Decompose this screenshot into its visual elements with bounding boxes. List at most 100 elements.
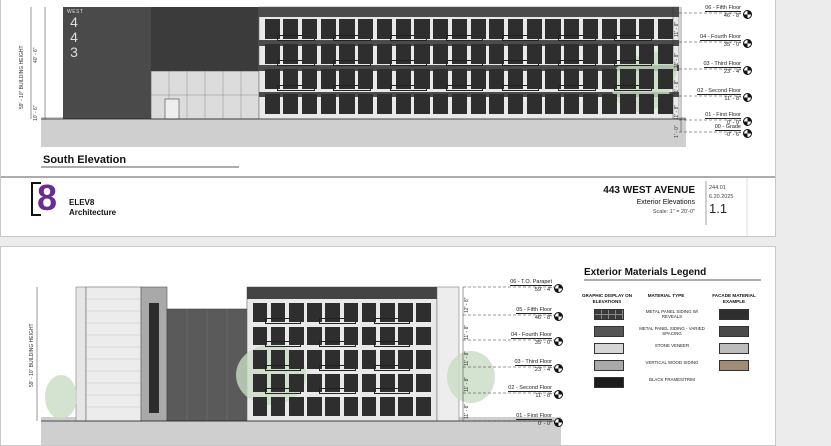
window — [301, 44, 318, 64]
window — [343, 326, 359, 346]
level-name: 01 - First Floor — [705, 112, 741, 119]
level-marker-icon — [743, 117, 752, 126]
window — [398, 350, 413, 369]
window — [283, 94, 299, 114]
legend-col-material: MATERIAL TYPE — [647, 293, 685, 298]
level-name: 04 - Fourth Floor — [511, 332, 552, 339]
legend-example-swatch — [719, 343, 749, 354]
window — [639, 44, 655, 64]
level-name: 04 - Fourth Floor — [700, 34, 741, 41]
window — [526, 69, 542, 89]
level-name: 01 - First Floor — [516, 413, 552, 420]
window — [252, 397, 268, 416]
window — [339, 94, 355, 114]
window — [526, 94, 542, 114]
window — [301, 69, 318, 89]
window — [639, 19, 655, 39]
legend-col-example: FACADE MATERIAL EXAMPLE — [712, 293, 756, 304]
legend-example-swatch — [719, 360, 749, 371]
overall-height-dim: 59' - 10" BUILDING HEIGHT — [19, 45, 25, 109]
job-number: 244.01 — [709, 185, 726, 191]
window — [358, 44, 374, 64]
window — [264, 94, 280, 114]
level-elevation: 11' - 8" — [535, 393, 552, 399]
level-marker-icon — [743, 129, 752, 138]
window — [620, 94, 636, 114]
sheet-title: Exterior Elevations — [636, 199, 695, 206]
window — [358, 94, 374, 114]
building-sign-digit: 4 — [70, 29, 78, 45]
overall-height-dim-2: 59' - 10" BUILDING HEIGHT — [29, 323, 35, 387]
level-elevation: -0' - 6" — [725, 132, 741, 138]
lower-height-dim: 10' - 6" — [33, 105, 39, 121]
window — [416, 397, 431, 416]
facade-windows — [263, 17, 675, 117]
story-height-dim: 11' - 8" — [464, 403, 470, 419]
level-elevation: 11' - 8" — [724, 96, 741, 102]
level-name: 03 - Third Floor — [703, 61, 741, 68]
firm-logo: 8 — [31, 177, 65, 218]
window — [657, 69, 673, 89]
window — [526, 44, 542, 64]
window — [582, 94, 599, 114]
legend-col-graphic: GRAPHIC DISPLAY ON ELEVATIONS — [581, 293, 633, 304]
window — [489, 94, 505, 114]
window — [270, 397, 286, 416]
window — [470, 94, 486, 114]
window — [470, 69, 486, 89]
window — [470, 19, 486, 39]
facade-windows-2 — [251, 301, 433, 419]
sheet-number: 1.1 — [709, 201, 728, 216]
story-height-dim: 11' - 8" — [464, 324, 470, 340]
level-marker-icon — [554, 390, 563, 399]
window — [414, 69, 430, 89]
legend-example-swatch — [719, 326, 749, 337]
window — [398, 326, 413, 346]
window — [358, 19, 374, 39]
legend-material-name: BLACK FRAMES/TRIM — [649, 377, 695, 382]
window — [361, 397, 377, 416]
level-name: 03 - Third Floor — [514, 359, 552, 366]
level-marker-icon — [554, 418, 563, 427]
level-name: 05 - Fifth Floor — [516, 307, 552, 314]
legend-material-name: STONE VENEER — [654, 343, 690, 348]
window — [416, 326, 431, 346]
drawing-scale: Scale: 1" = 20'-0" — [652, 209, 695, 215]
building-sign-digit: 3 — [70, 44, 78, 60]
window — [288, 350, 304, 369]
building-sign-digit: 4 — [70, 14, 78, 30]
window — [416, 303, 431, 322]
level-marker-icon — [743, 66, 752, 75]
window — [545, 94, 561, 114]
window — [657, 44, 673, 64]
level-elevation: 23' - 4" — [723, 69, 741, 75]
firm-name-line1: ELEV8 — [69, 198, 95, 207]
project-name: 443 WEST AVENUE — [603, 185, 695, 196]
level-name: 00 - Grade — [714, 124, 741, 131]
firm-name: ELEV8 Architecture — [69, 198, 116, 218]
level-elevation: 35' - 0" — [534, 340, 552, 346]
window — [343, 397, 359, 416]
window — [582, 19, 599, 39]
window — [398, 397, 413, 416]
story-height-dim: 11' - 8" — [674, 21, 680, 37]
level-name: 06 - Fifth Floor — [705, 5, 741, 12]
window — [451, 94, 467, 114]
story-height-dim: 11' - 8" — [674, 104, 680, 120]
window — [307, 397, 322, 416]
window — [343, 350, 359, 369]
window — [288, 397, 304, 416]
upper-height-dim: 40' - 6" — [33, 47, 39, 63]
window — [582, 44, 599, 64]
story-height-dim: 1' - 0" — [674, 125, 680, 138]
level-marker-icon — [743, 39, 752, 48]
window — [470, 44, 486, 64]
legend-display-swatch — [594, 309, 624, 320]
window — [301, 19, 318, 39]
legend-material-name: VERTICAL WOOD SIDING — [645, 360, 699, 365]
window — [657, 94, 673, 114]
story-height-dim: 12' - 8" — [464, 297, 470, 313]
sheet-date: 6.20.2025 — [709, 194, 734, 200]
window — [288, 326, 304, 346]
window — [414, 19, 430, 39]
